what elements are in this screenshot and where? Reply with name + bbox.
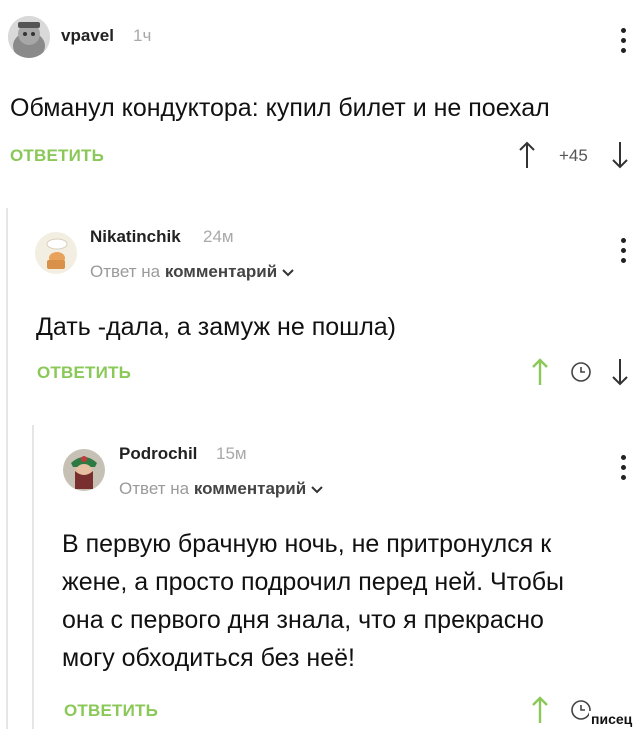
username-nikatinchik[interactable]: Nikatinchik xyxy=(90,227,181,247)
thread-line-level-2 xyxy=(32,425,34,729)
comment-time: 1ч xyxy=(133,26,152,45)
reply-to-link[interactable]: Ответ на комментарий xyxy=(90,262,294,283)
watermark: писец xyxy=(589,711,635,727)
thread-line-level-1 xyxy=(6,208,8,729)
more-options-icon[interactable] xyxy=(621,28,627,58)
more-options-icon[interactable] xyxy=(621,238,627,268)
rating: +45 xyxy=(559,146,588,165)
avatar-nikatinchik[interactable] xyxy=(35,232,77,274)
avatar-vpavel[interactable] xyxy=(8,16,50,58)
username-vpavel[interactable]: vpavel xyxy=(61,26,114,46)
comment-time: 24м xyxy=(203,227,234,246)
more-options-icon[interactable] xyxy=(621,455,627,485)
reply-button[interactable]: ОТВЕТИТЬ xyxy=(37,363,131,383)
comment-time: 15м xyxy=(216,444,247,463)
avatar-podrochil[interactable] xyxy=(63,449,105,491)
reply-button[interactable]: ОТВЕТИТЬ xyxy=(10,146,104,166)
reply-to-link[interactable]: Ответ на комментарий xyxy=(119,479,323,500)
reply-button[interactable]: ОТВЕТИТЬ xyxy=(64,701,158,721)
reply-to-target[interactable]: комментарий xyxy=(165,262,277,281)
reply-to-prefix: Ответ на xyxy=(119,479,190,498)
reply-to-target[interactable]: комментарий xyxy=(194,479,306,498)
downvote-icon[interactable] xyxy=(611,358,629,391)
upvote-icon[interactable] xyxy=(518,141,536,174)
upvote-icon[interactable] xyxy=(531,696,549,729)
comment-text: В первую брачную ночь, не притронулся к … xyxy=(62,525,564,677)
upvote-icon[interactable] xyxy=(531,358,549,391)
chevron-down-icon[interactable] xyxy=(282,263,294,283)
comment-text: Обманул кондуктора: купил билет и не пое… xyxy=(10,94,550,122)
comment-line: жене, а просто подрочил перед ней. Чтобы xyxy=(62,568,565,596)
chevron-down-icon[interactable] xyxy=(311,480,323,500)
downvote-icon[interactable] xyxy=(611,141,629,174)
username-podrochil[interactable]: Podrochil xyxy=(119,444,197,464)
clock-icon[interactable] xyxy=(570,361,592,388)
comment-line: могу обходиться без неё! xyxy=(62,644,355,672)
reply-to-prefix: Ответ на xyxy=(90,262,161,281)
comment-line: она с первого дня знала, что я прекрасно xyxy=(62,606,544,634)
comment-line: В первую брачную ночь, не притронулся к xyxy=(62,530,552,558)
comment-text: Дать -дала, а замуж не пошла) xyxy=(36,313,397,341)
